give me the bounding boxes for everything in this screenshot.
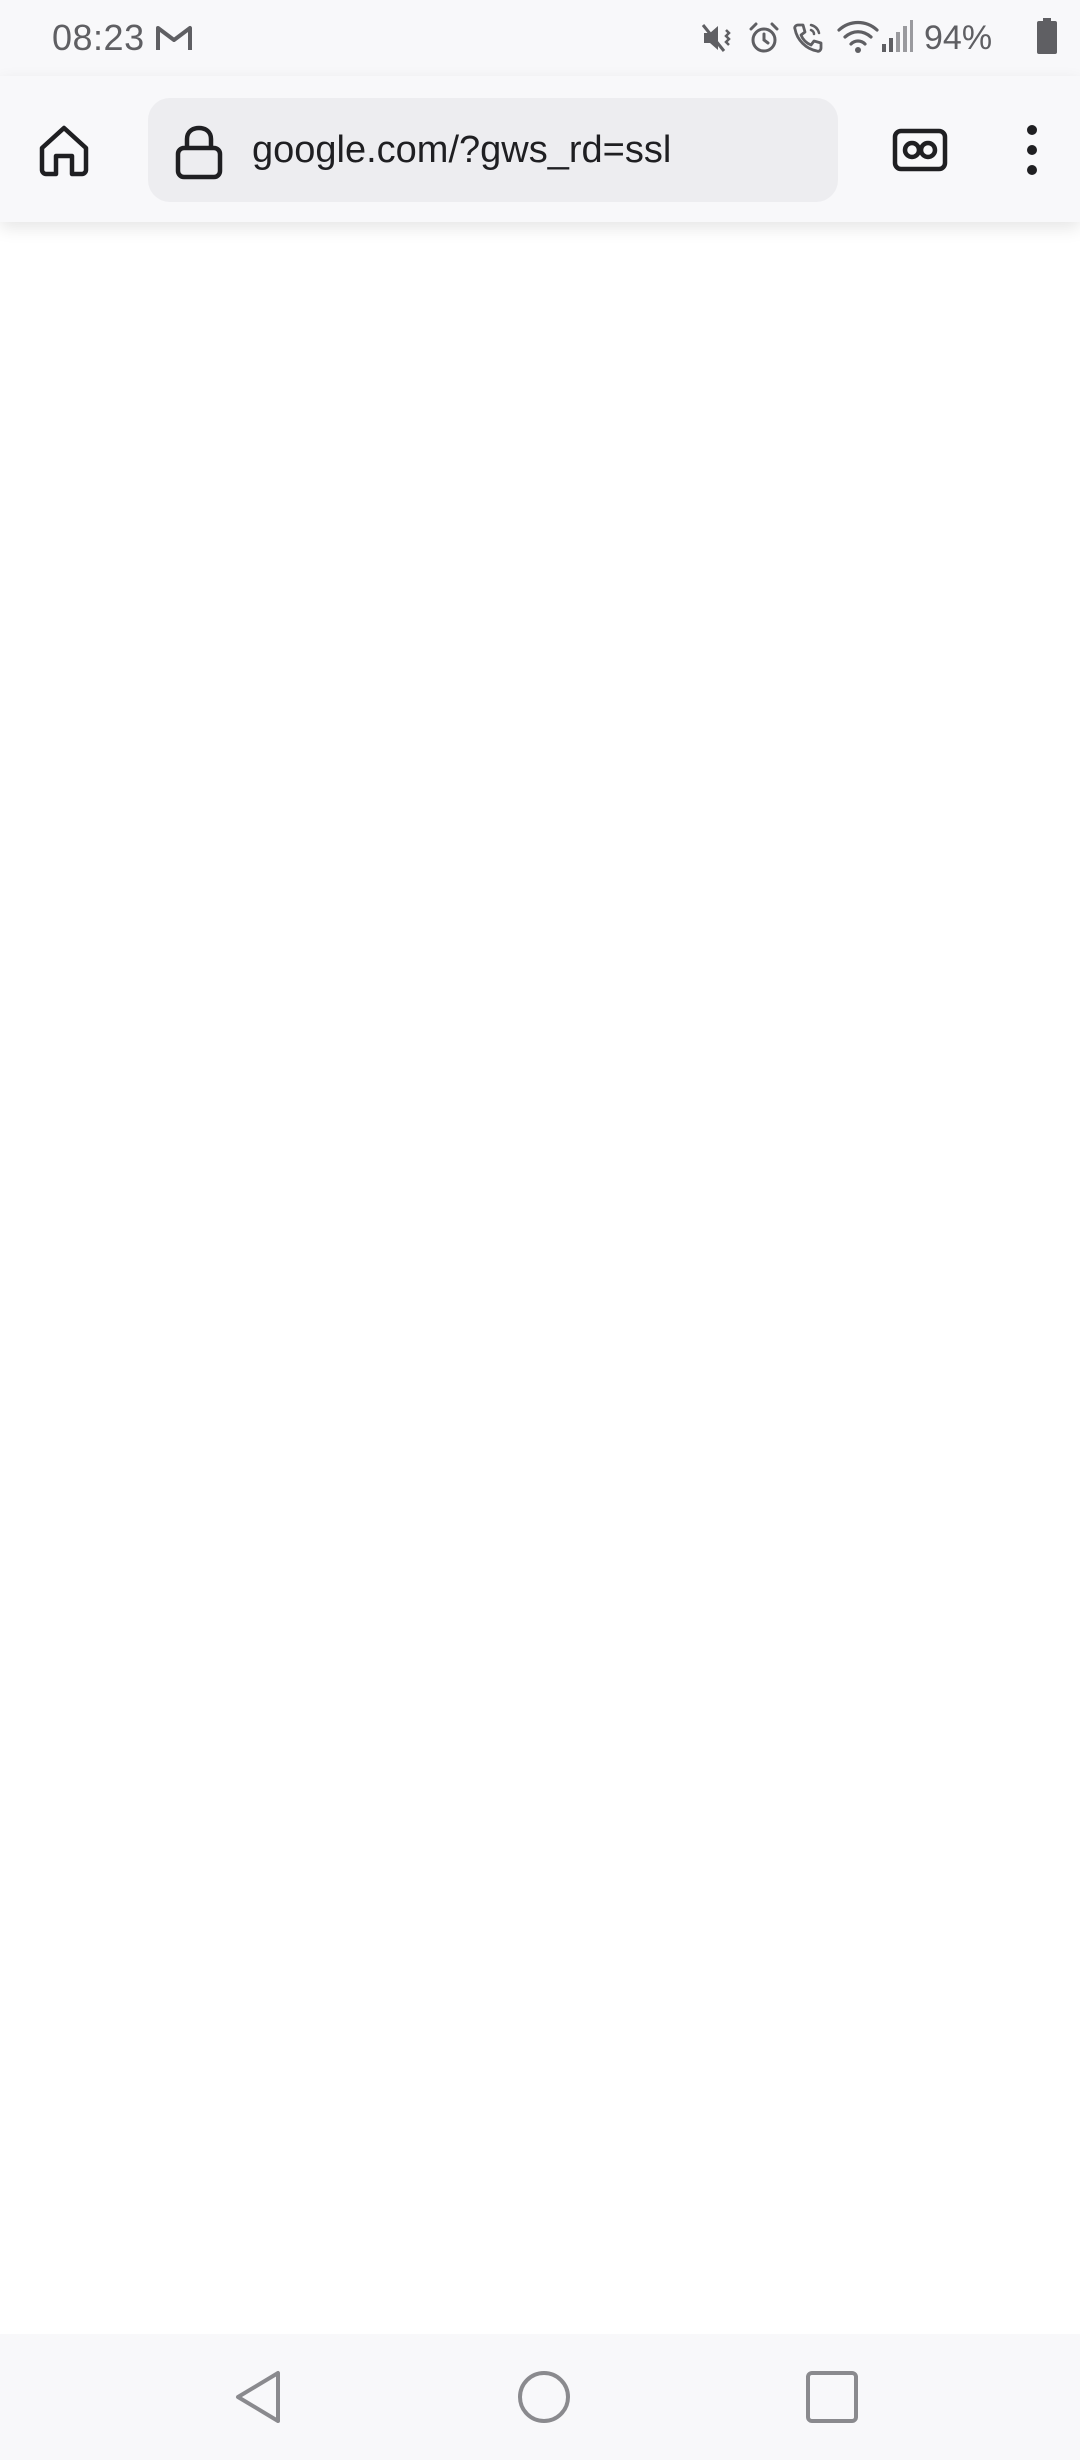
url-bar[interactable]: google.com/?gws_rd=ssl bbox=[148, 98, 838, 202]
status-bar: 08:23 94% bbox=[0, 0, 1080, 76]
status-time: 08:23 bbox=[52, 17, 145, 58]
battery-icon bbox=[1037, 18, 1057, 54]
web-content[interactable] bbox=[0, 222, 1080, 2334]
overflow-menu-icon bbox=[1027, 125, 1037, 175]
back-button[interactable] bbox=[218, 2357, 298, 2437]
browser-screen: 08:23 94% google.com/?gws_rd=ssl bbox=[0, 0, 1080, 2460]
status-icons: 94% bbox=[680, 0, 1080, 76]
tracking-protection-button[interactable] bbox=[880, 110, 960, 190]
cell-signal-icon bbox=[882, 20, 913, 52]
recents-icon bbox=[806, 2371, 858, 2423]
wifi-icon bbox=[837, 20, 879, 53]
browser-toolbar: google.com/?gws_rd=ssl bbox=[0, 76, 1080, 222]
gmail-icon bbox=[156, 26, 192, 50]
home-icon bbox=[39, 125, 89, 177]
wifi-calling-icon bbox=[793, 23, 823, 53]
alarm-icon bbox=[749, 22, 779, 53]
mute-vibrate-icon bbox=[701, 24, 731, 52]
home-nav-button[interactable] bbox=[504, 2357, 584, 2437]
url-text[interactable]: google.com/?gws_rd=ssl bbox=[252, 98, 671, 202]
recents-button[interactable] bbox=[792, 2357, 872, 2437]
home-button[interactable] bbox=[26, 112, 102, 188]
tracking-protection-icon bbox=[892, 128, 948, 172]
overflow-menu-button[interactable] bbox=[1002, 110, 1062, 190]
system-nav-bar bbox=[0, 2334, 1080, 2460]
back-icon bbox=[236, 2371, 280, 2423]
battery-percent: 94% bbox=[924, 19, 993, 57]
home-circle-icon bbox=[518, 2371, 570, 2423]
lock-icon[interactable] bbox=[174, 124, 224, 180]
